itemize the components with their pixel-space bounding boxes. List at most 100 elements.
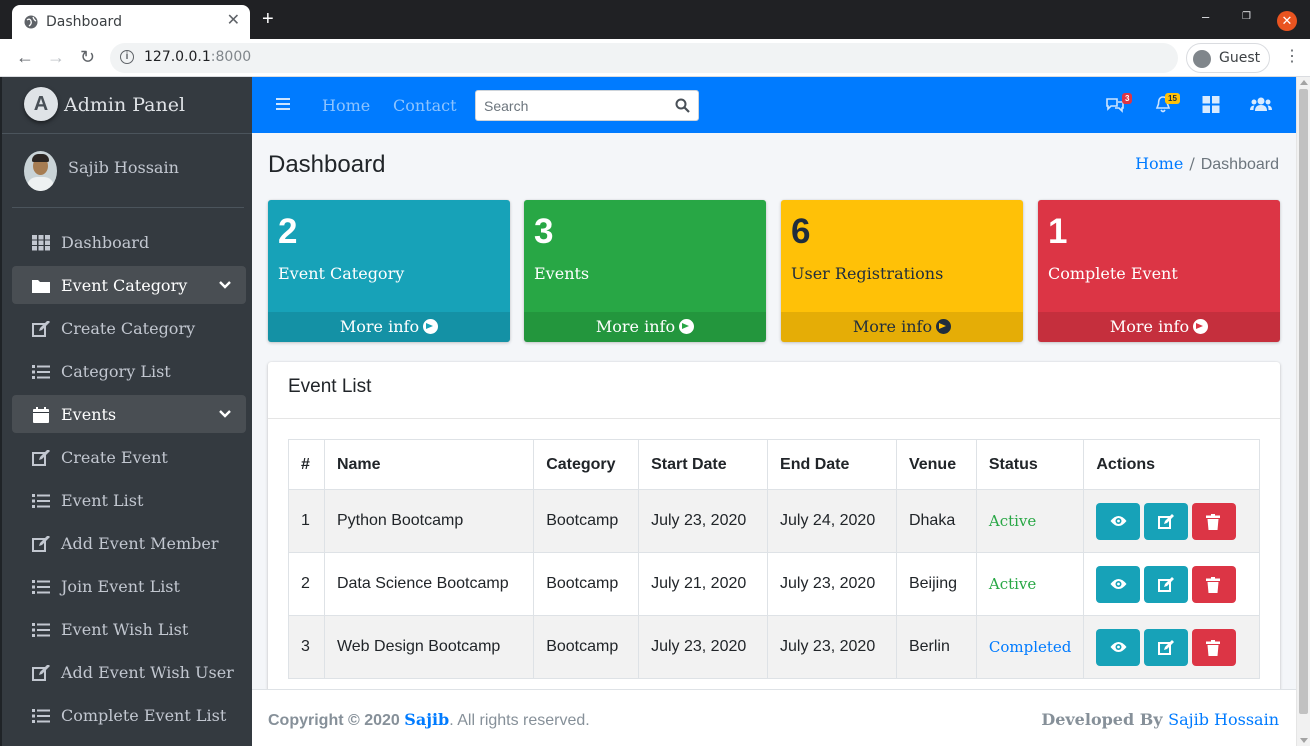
minimize-icon[interactable]: – [1202,10,1209,24]
sidebar-item-join-event-list[interactable]: Join Event List [12,567,246,605]
more-info-link[interactable]: More info [1038,312,1280,342]
folder-icon [32,280,50,293]
hamburger-menu-icon[interactable] [276,97,290,111]
cell-actions [1083,489,1260,553]
edit-icon [1158,513,1175,529]
list-icon [32,580,50,594]
eye-icon [1110,578,1127,589]
chevron-down-icon [219,410,231,418]
back-icon[interactable]: ← [16,48,34,66]
more-info-link[interactable]: More info [781,312,1023,342]
sidebar-item-label: Create Category [61,319,196,338]
messages-badge: 3 [1122,93,1133,104]
stat-box-events: 3 Events More info [524,200,766,342]
developer-link[interactable]: Sajib Hossain [1168,710,1279,729]
delete-button[interactable] [1192,502,1237,540]
cell-status: Active [975,489,1085,553]
cell-actions [1083,552,1260,616]
sidebar-item-add-event-member[interactable]: Add Event Member [12,524,246,562]
delete-button[interactable] [1192,565,1237,603]
edit-button[interactable] [1144,628,1189,666]
sidebar-item-event-category[interactable]: Event Category [12,266,246,304]
search-input[interactable]: Search [475,90,699,121]
sidebar-item-dashboard[interactable]: Dashboard [12,223,246,261]
cell-start: July 23, 2020 [638,615,769,679]
browser-tab-strip: Dashboard ✕ + – ❐ ✕ [0,0,1310,39]
card-title: Event List [288,376,372,397]
cell-start: July 23, 2020 [638,489,769,553]
search-placeholder: Search [484,98,529,114]
cell-name: Python Bootcamp [323,489,535,553]
footer-brand-link[interactable]: Sajib [404,710,449,729]
cell-end: July 24, 2020 [767,489,897,553]
list-icon [32,494,50,508]
edit-button[interactable] [1144,502,1189,540]
reload-icon[interactable]: ↻ [80,48,95,66]
grid-icon[interactable] [1202,96,1220,113]
scroll-up-icon[interactable] [1300,80,1308,85]
browser-tab[interactable]: Dashboard ✕ [12,5,250,39]
stat-box-user-registrations: 6 User Registrations More info [781,200,1023,342]
sidebar-item-category-list[interactable]: Category List [12,352,246,390]
notifications-button[interactable]: 15 [1155,93,1180,118]
new-tab-button[interactable]: + [262,9,274,29]
calendar-icon [33,407,49,423]
sidebar-item-create-category[interactable]: Create Category [12,309,246,347]
cell-actions [1083,615,1260,679]
edit-icon [32,665,50,681]
tab-close-icon[interactable]: ✕ [227,13,240,29]
sidebar-item-complete-event-list[interactable]: Complete Event List [12,696,246,734]
scrollbar-thumb[interactable] [1299,89,1308,714]
sidebar-item-label: Dashboard [61,233,150,252]
table-row: 3 Web Design Bootcamp Bootcamp July 23, 202… [288,615,1260,679]
sidebar-item-add-event-wish-user[interactable]: Add Event Wish User [12,653,246,691]
cell-venue: Dhaka [895,489,977,553]
nav-contact-link[interactable]: Contact [393,96,457,115]
sidebar-item-label: Event List [61,491,144,510]
sidebar-item-event-wish-list[interactable]: Event Wish List [12,610,246,648]
view-button[interactable] [1096,628,1141,666]
more-info-link[interactable]: More info [524,312,766,342]
cell-venue: Beijing [895,552,977,616]
globe-icon [24,15,38,29]
sidebar-item-events[interactable]: Events [12,395,246,433]
table-row: 1 Python Bootcamp Bootcamp July 23, 2020 Jul… [288,489,1260,553]
user-name[interactable]: Sajib Hossain [68,158,179,177]
search-icon[interactable] [675,98,690,113]
list-icon [32,709,50,723]
list-icon [32,365,50,379]
column-header: Actions [1083,439,1260,490]
brand-link[interactable]: Admin Panel [2,77,252,134]
delete-button[interactable] [1192,628,1237,666]
sidebar-item-label: Events [61,405,117,424]
site-info-icon[interactable]: i [120,50,134,64]
forward-icon[interactable]: → [47,48,65,66]
table-row: 2 Data Science Bootcamp Bootcamp July 21, 2… [288,552,1260,616]
column-header: Category [533,439,640,490]
trash-icon [1206,576,1221,593]
edit-button[interactable] [1144,565,1189,603]
page-scrollbar[interactable] [1296,77,1310,746]
nav-home-link[interactable]: Home [322,96,370,115]
cell-status: Completed [975,615,1085,679]
messages-button[interactable]: 3 [1105,93,1133,118]
cell-category: Bootcamp [533,615,640,679]
scroll-down-icon[interactable] [1300,738,1308,743]
address-bar-row: ← → ↻ i 127.0.0.1:8000 Guest ⋮ [0,39,1310,77]
view-button[interactable] [1096,502,1141,540]
more-info-link[interactable]: More info [268,312,510,342]
event-list-card: Event List # Name Category Start Date End Da… [268,362,1280,692]
sidebar-item-event-list[interactable]: Event List [12,481,246,519]
sidebar-item-create-event[interactable]: Create Event [12,438,246,476]
list-icon [32,623,50,637]
breadcrumb-home-link[interactable]: Home [1135,154,1183,173]
view-button[interactable] [1096,565,1141,603]
profile-button[interactable]: Guest [1186,43,1270,73]
url-input[interactable]: i 127.0.0.1:8000 [110,43,1178,73]
eye-icon [1110,641,1127,652]
browser-menu-icon[interactable]: ⋮ [1284,48,1300,66]
window-close-icon[interactable]: ✕ [1277,11,1297,31]
restore-icon[interactable]: ❐ [1242,10,1251,24]
sidebar-item-label: Create Event [61,448,168,467]
users-icon[interactable] [1250,96,1272,113]
